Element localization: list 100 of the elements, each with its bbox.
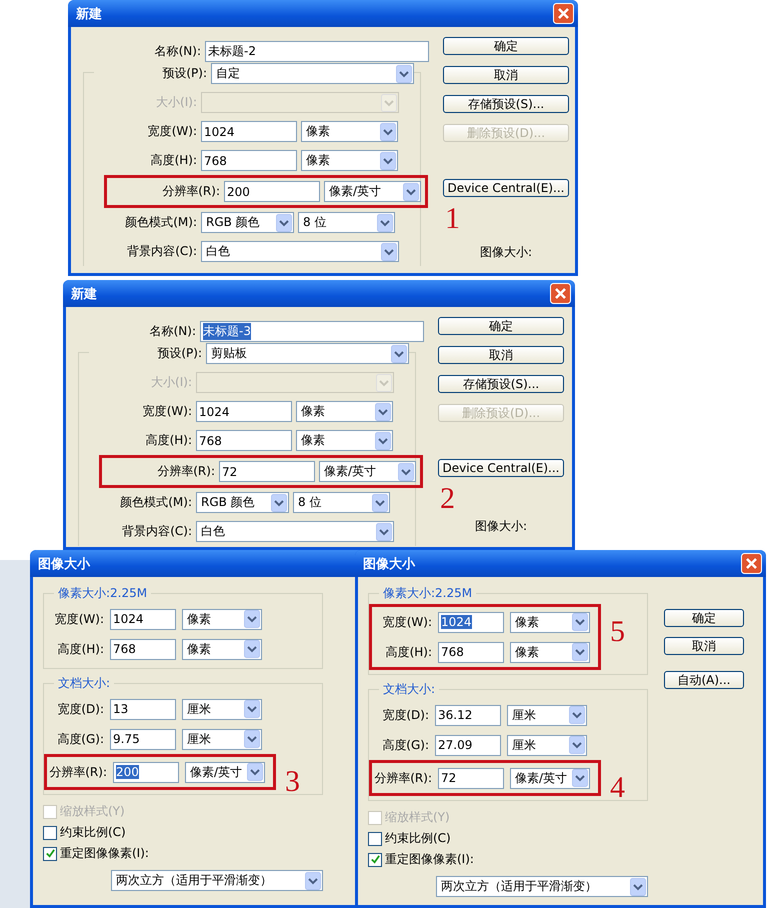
dropdown[interactable]: 白色 [196,521,394,542]
field-label: 分辨率(R): [161,183,220,200]
input-field[interactable]: 768 [196,430,292,451]
unit-dropdown[interactable]: 像素 [182,608,262,630]
unit-dropdown[interactable]: 厘米 [182,698,262,720]
checkbox[interactable]: 重定图像像素(I): [368,851,648,868]
field-label: 宽度(W): [382,614,432,630]
close-icon[interactable] [550,283,571,304]
unit-dropdown[interactable]: 像素/英寸 [319,461,416,482]
window-title: 图像大小 [362,556,415,572]
field-label: 分辨率(R): [373,770,432,786]
dialog-button[interactable]: 自动(A)... [664,671,744,689]
section-title: 文档大小: [54,675,114,692]
input-field[interactable]: 768 [110,638,176,660]
unit-dropdown[interactable]: 像素 [296,401,393,422]
unit-dropdown[interactable]: 像素 [301,121,398,142]
dialog-button[interactable]: 存储预设(S)... [443,95,569,113]
name-field[interactable]: 未标题-2 [205,41,429,62]
dialog-button[interactable]: 确定 [443,37,569,55]
field-label: 颜色模式(M): [124,214,197,231]
input-field[interactable]: 72 [438,768,504,788]
unit-dropdown[interactable]: 像素 [510,612,590,632]
checkbox[interactable]: 重定图像像素(I): [43,845,323,862]
section-title: 像素大小:2.25M [54,585,152,602]
unit-dropdown[interactable]: 像素 [510,642,590,662]
annotation-number: 1 [445,204,460,234]
field-label: 高度(G): [381,736,429,754]
input-field[interactable]: 200 [224,181,320,202]
field-label: 预设(P): [156,345,202,362]
unit-dropdown[interactable]: 像素/英寸 [510,768,590,788]
unit-dropdown[interactable]: 像素/英寸 [185,762,265,782]
input-field[interactable]: 27.09 [435,734,501,756]
field-label: 宽度(D): [381,706,429,724]
dialog-button[interactable]: 取消 [443,66,569,84]
input-field[interactable]: 200 [113,762,179,782]
unit-dropdown[interactable]: 像素 [296,430,393,451]
checkbox[interactable]: 约束比例(C) [368,830,648,847]
dialog-button[interactable]: 确定 [664,609,744,627]
dialog-button[interactable]: 取消 [664,637,744,655]
input-field[interactable]: 9.75 [110,728,176,750]
window-title: 新建 [70,286,97,302]
field-label: 宽度(W): [146,123,197,140]
checkbox[interactable]: 约束比例(C) [43,824,323,841]
field-label: 宽度(W): [142,403,192,420]
resample-dropdown[interactable]: 两次立方（适用于平滑渐变） [436,876,648,897]
dropdown[interactable]: RGB 颜色 [196,492,289,513]
window-title: 图像大小 [37,556,90,572]
dialog-button[interactable]: Device Central(E)... [443,179,569,197]
field-label: 大小(I): [150,374,192,391]
field-label: 高度(H): [384,644,432,660]
field-label: 预设(P): [161,65,207,82]
unit-dropdown[interactable]: 像素/英寸 [324,181,421,202]
annotation-number: 5 [610,617,625,647]
field-label: 高度(H): [144,432,192,449]
dialog-button[interactable]: 取消 [438,346,564,364]
dropdown[interactable]: 白色 [201,241,399,262]
field-label: 分辨率(R): [156,463,215,480]
dropdown[interactable]: 8 位 [293,492,390,513]
unit-dropdown[interactable]: 厘米 [507,704,587,726]
dialog-button[interactable]: 存储预设(S)... [438,375,564,393]
input-field[interactable]: 768 [438,642,504,662]
image-size-label: 图像大小: [480,244,532,261]
field-label: 名称(N): [154,43,201,60]
input-field[interactable]: 36.12 [435,704,501,726]
section-title: 像素大小:2.25M [379,585,476,602]
field-label: 高度(G): [56,730,104,748]
unit-dropdown[interactable]: 厘米 [182,728,262,750]
annotation-number: 3 [285,767,300,797]
annotation-number: 4 [610,773,625,803]
input-field[interactable]: 13 [110,698,176,720]
field-label: 背景内容(C): [121,523,192,540]
input-field[interactable]: 1024 [438,612,504,632]
close-icon[interactable] [741,553,762,574]
unit-dropdown[interactable]: 像素 [182,638,262,660]
unit-dropdown[interactable]: 厘米 [507,734,587,756]
input-field[interactable]: 1024 [110,608,176,630]
field-label: 大小(I): [155,94,197,111]
dialog-button[interactable]: Device Central(E)... [438,459,564,477]
dropdown[interactable]: 剪贴板 [206,343,409,364]
checkmark-icon [44,848,56,859]
input-field[interactable]: 1024 [196,401,292,422]
dropdown[interactable]: 8 位 [298,212,395,233]
section-title: 文档大小: [379,681,440,698]
dropdown[interactable]: 自定 [211,63,414,84]
resample-dropdown[interactable]: 两次立方（适用于平滑渐变） [111,870,323,891]
name-field[interactable]: 未标题-3 [200,321,424,342]
input-field[interactable]: 72 [219,461,315,482]
field-label: 颜色模式(M): [119,494,192,511]
close-icon[interactable] [553,3,574,24]
field-label: 高度(H): [56,640,104,658]
input-field[interactable]: 1024 [201,121,297,142]
image-size-label: 图像大小: [474,518,528,535]
input-field[interactable]: 768 [201,150,297,171]
annotation-number: 2 [440,484,455,514]
dropdown[interactable]: RGB 颜色 [201,212,294,233]
unit-dropdown[interactable]: 像素 [301,150,398,171]
field-label: 背景内容(C): [126,243,197,260]
dialog-button[interactable]: 确定 [438,317,564,335]
checkmark-icon [370,854,380,865]
window-title: 新建 [75,6,102,22]
